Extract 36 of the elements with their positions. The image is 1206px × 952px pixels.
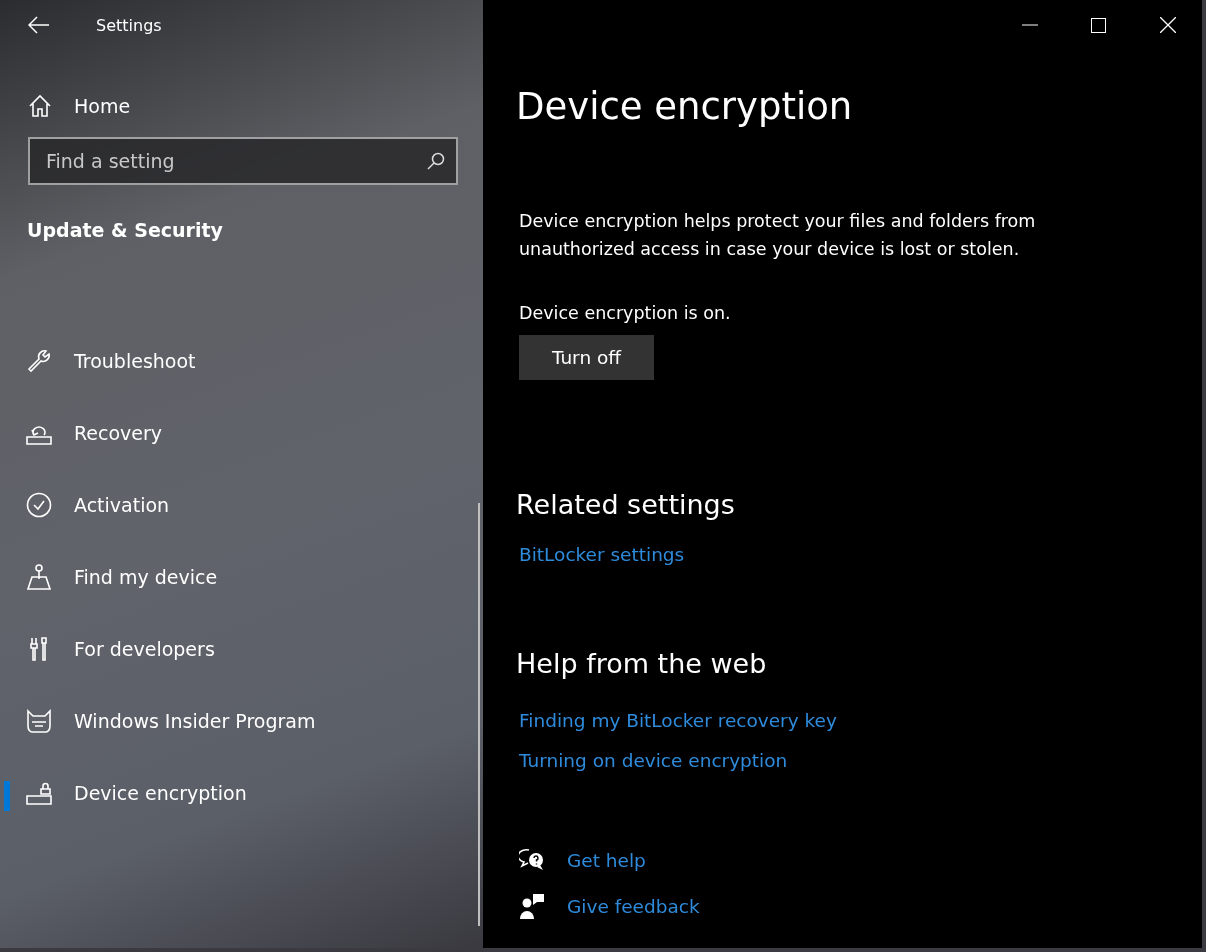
drive-lock-icon bbox=[26, 780, 52, 806]
help-chat-icon bbox=[519, 848, 545, 872]
nav-item[interactable]: Device encryption bbox=[0, 757, 483, 829]
link[interactable]: Give feedback bbox=[567, 895, 700, 917]
link[interactable]: BitLocker settings bbox=[519, 544, 685, 565]
status-text: Device encryption is on. bbox=[519, 303, 731, 323]
link[interactable]: Finding my BitLocker recovery key bbox=[519, 710, 837, 731]
nav-item[interactable]: Activation bbox=[0, 469, 483, 541]
back-arrow-icon[interactable] bbox=[28, 16, 50, 34]
nav-item[interactable]: Recovery bbox=[0, 397, 483, 469]
close-icon bbox=[1159, 17, 1176, 33]
nav-item[interactable]: Find my device bbox=[0, 541, 483, 613]
nav-item[interactable]: Windows Insider Program bbox=[0, 685, 483, 757]
feedback-person-icon bbox=[519, 893, 545, 919]
maximize-icon bbox=[1091, 17, 1106, 33]
section-heading: Update & Security bbox=[27, 219, 223, 241]
window-title: Settings bbox=[96, 15, 162, 35]
search-field[interactable]: Find a setting bbox=[28, 137, 458, 185]
home-nav-item[interactable]: Home bbox=[28, 86, 131, 126]
turn-off-button[interactable]: Turn off bbox=[519, 335, 654, 380]
minimize-icon bbox=[1021, 24, 1038, 26]
page-title: Device encryption bbox=[516, 85, 853, 128]
section-heading: Help from the web bbox=[516, 648, 767, 679]
description-text: Device encryption helps protect your files and folders from unauthorized access in case your device is lost or stolen. bbox=[519, 210, 1037, 261]
home-icon bbox=[28, 94, 52, 118]
nav-item[interactable]: Troubleshoot bbox=[0, 325, 483, 397]
nav-item[interactable]: For developers bbox=[0, 613, 483, 685]
location-pin-icon bbox=[26, 564, 52, 590]
link[interactable]: Turning on device encryption bbox=[519, 750, 788, 771]
wrench-icon bbox=[26, 348, 52, 374]
scrollbar[interactable] bbox=[478, 503, 480, 926]
section-heading: Related settings bbox=[516, 489, 735, 520]
checkmark-circle-icon bbox=[26, 492, 52, 518]
ninja-cat-icon bbox=[26, 708, 52, 734]
search-icon bbox=[426, 151, 446, 171]
link[interactable]: Get help bbox=[567, 849, 646, 871]
